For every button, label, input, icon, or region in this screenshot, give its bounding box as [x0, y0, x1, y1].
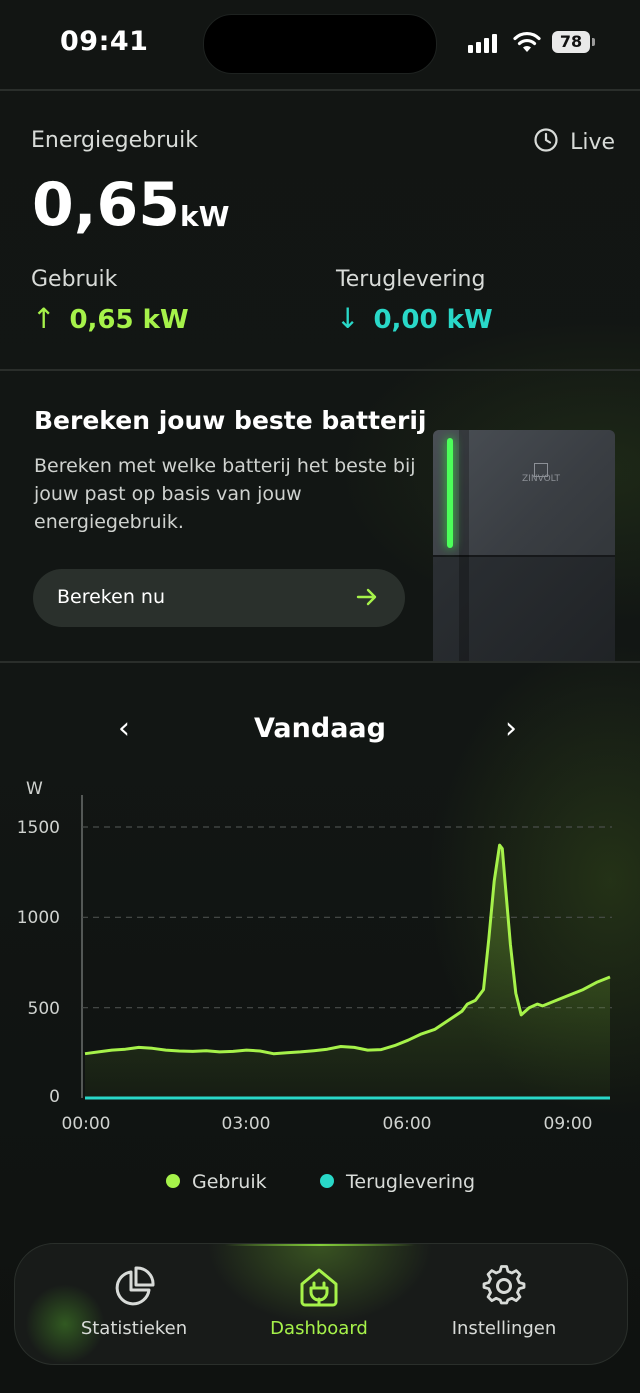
live-indicator[interactable]: Live — [533, 127, 615, 157]
battery-tip — [592, 38, 595, 46]
arrow-up-icon: ↑ — [32, 302, 56, 335]
calculate-button[interactable]: Bereken nu — [33, 569, 405, 627]
tab-label: Dashboard — [270, 1318, 368, 1339]
clock-icon — [533, 127, 559, 157]
signal-icon — [468, 33, 502, 53]
gear-icon — [414, 1264, 594, 1310]
x-tick: 03:00 — [221, 1114, 271, 1134]
dynamic-island — [203, 14, 437, 74]
return-value: 0,00 kW — [373, 305, 493, 335]
tab-statistieken[interactable]: Statistieken — [44, 1264, 224, 1339]
chart-period-label: Vandaag — [254, 713, 386, 744]
x-tick: 00:00 — [61, 1114, 111, 1134]
usage-value: 0,65 kW — [69, 305, 189, 335]
energy-unit: kW — [180, 200, 230, 233]
promo-title: Bereken jouw beste batterij — [34, 406, 427, 435]
pie-chart-icon — [44, 1264, 224, 1310]
arrow-right-icon — [353, 583, 381, 615]
energy-value: 0,65 — [32, 170, 181, 240]
divider — [0, 369, 640, 371]
divider — [0, 89, 640, 91]
return-stat: ↓ 0,00 kW — [336, 302, 493, 335]
battery-icon: 78 — [552, 31, 590, 53]
bottom-tab-bar: Statistieken Dashboard Instellingen — [14, 1243, 628, 1365]
usage-chart — [81, 795, 612, 1100]
tab-instellingen[interactable]: Instellingen — [414, 1264, 594, 1339]
usage-label: Gebruik — [31, 267, 118, 292]
x-tick: 06:00 — [382, 1114, 432, 1134]
wifi-icon — [512, 30, 542, 58]
device-led — [447, 438, 453, 548]
legend-dot — [320, 1173, 334, 1188]
energy-title: Energiegebruik — [31, 128, 198, 153]
usage-stat: ↑ 0,65 kW — [32, 302, 189, 335]
promo-text: Bereken met welke batterij het beste bij… — [34, 455, 416, 533]
legend-item-teruglevering[interactable]: Teruglevering — [320, 1171, 475, 1193]
device-brand: ZINVOLT — [522, 474, 560, 484]
live-label: Live — [570, 129, 616, 155]
return-label: Teruglevering — [336, 267, 486, 292]
battery-device-image: ZINVOLT — [433, 430, 615, 662]
legend-label: Gebruik — [192, 1171, 267, 1193]
arrow-down-icon: ↓ — [336, 302, 360, 335]
legend-dot — [166, 1173, 180, 1188]
calculate-button-label: Bereken nu — [57, 586, 165, 608]
series-area-gebruik — [85, 845, 610, 1098]
legend-label: Teruglevering — [346, 1171, 476, 1193]
divider — [0, 661, 640, 663]
tab-label: Instellingen — [451, 1318, 557, 1339]
status-time: 09:41 — [60, 26, 149, 57]
next-day-button[interactable]: › — [505, 711, 517, 746]
tab-label: Statistieken — [80, 1318, 188, 1339]
plug-home-icon — [229, 1264, 409, 1310]
x-tick: 09:00 — [543, 1114, 593, 1134]
legend-item-gebruik[interactable]: Gebruik — [166, 1171, 267, 1193]
tab-dashboard[interactable]: Dashboard — [229, 1264, 409, 1339]
